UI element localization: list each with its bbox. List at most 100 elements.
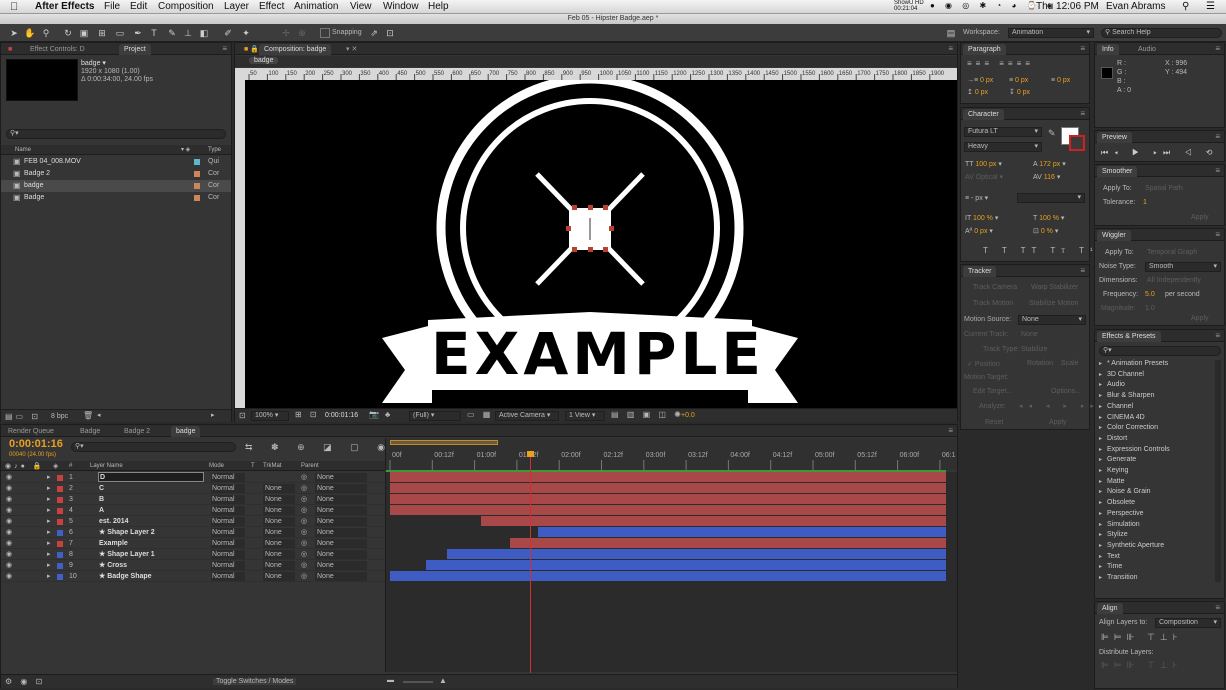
effects-category[interactable]: Audio <box>1099 381 1125 388</box>
visibility-icon[interactable]: ◉ <box>6 472 12 483</box>
space-before[interactable]: ↥ 0 px <box>967 88 988 96</box>
layer-mode-select[interactable]: Normal <box>211 572 245 581</box>
eraser-tool-icon[interactable]: ◧ <box>198 27 210 39</box>
stabilize-motion-button[interactable]: Stabilize Motion <box>1029 300 1078 307</box>
layer-mode-select[interactable]: Normal <box>211 506 245 515</box>
layer-name[interactable]: D <box>98 472 204 482</box>
view-layout-select[interactable]: 1 View ▾ <box>565 411 605 421</box>
indent-first[interactable]: ≡ 0 px <box>1009 77 1028 84</box>
scroll-left-icon[interactable]: ◂ <box>97 411 101 419</box>
pickwhip-icon[interactable]: ◎ <box>301 560 307 571</box>
trash-icon[interactable]: 🗑 <box>83 411 93 420</box>
expand-arrow-icon[interactable]: ▸ <box>1099 414 1102 421</box>
font-size-field[interactable]: TT 100 px ▾ <box>965 160 1002 168</box>
tolerance-value[interactable]: 1 <box>1143 199 1147 206</box>
expand-arrow-icon[interactable]: ▸ <box>47 505 51 516</box>
effects-category[interactable]: Noise & Grain <box>1099 488 1151 495</box>
trkmat-select[interactable]: None <box>263 539 295 548</box>
tab-project[interactable]: Project <box>119 44 151 55</box>
layer-label-color[interactable] <box>57 508 63 514</box>
tab-tracker[interactable]: Tracker <box>963 266 997 277</box>
expand-arrow-icon[interactable]: ▸ <box>1099 574 1102 581</box>
track-motion-button[interactable]: Track Motion <box>973 300 1013 307</box>
tab-badge-2[interactable]: Badge 2 <box>119 426 155 437</box>
frequency-value[interactable]: 5.0 <box>1145 291 1155 298</box>
tab-preview[interactable]: Preview <box>1097 132 1132 143</box>
trkmat-select[interactable]: None <box>263 528 295 537</box>
tab-composition[interactable]: Composition: badge <box>259 44 332 55</box>
effects-category[interactable]: Matte <box>1099 478 1125 485</box>
project-footer-icons[interactable]: ▤▭ ⊡ <box>5 412 41 421</box>
menu-layer[interactable]: Layer <box>224 1 249 12</box>
expand-arrow-icon[interactable]: ▸ <box>47 516 51 527</box>
pickwhip-icon[interactable]: ◎ <box>301 538 307 549</box>
project-item[interactable]: ▣ Badge 2 Cor <box>1 168 231 180</box>
apply-button[interactable]: Apply <box>1049 419 1067 426</box>
layer-row[interactable]: ◉ ▸ 2 C Normal None ◎ None <box>1 483 385 494</box>
parent-select[interactable]: None <box>315 550 367 559</box>
resolution-select[interactable]: (Full) ▾ <box>409 411 461 421</box>
parent-select[interactable]: None <box>315 484 367 493</box>
visibility-icon[interactable]: ◉ <box>6 516 12 527</box>
layer-bar[interactable] <box>446 549 946 559</box>
col-trkmat[interactable]: TrkMat <box>263 463 281 469</box>
layer-bar[interactable] <box>390 494 946 504</box>
trkmat-select[interactable]: None <box>263 561 295 570</box>
project-item[interactable]: ▣ Badge Cor <box>1 192 231 204</box>
layer-label-color[interactable] <box>57 563 63 569</box>
zoom-slider[interactable] <box>403 681 433 683</box>
expand-arrow-icon[interactable]: ▸ <box>1099 381 1102 388</box>
layer-mode-select[interactable]: Normal <box>211 528 245 537</box>
layer-mode-select[interactable]: Normal <box>211 539 245 548</box>
tsume-field[interactable]: ⊡ 0 % ▾ <box>1033 227 1058 235</box>
scale-checkbox[interactable]: Scale <box>1061 360 1079 367</box>
layer-bar[interactable] <box>390 472 946 482</box>
menu-edit[interactable]: Edit <box>130 1 147 12</box>
expand-arrow-icon[interactable]: ▸ <box>1099 521 1102 528</box>
layer-name[interactable]: ★ Badge Shape <box>99 571 152 582</box>
parent-select[interactable]: None <box>315 539 367 548</box>
expand-arrow-icon[interactable]: ▸ <box>1099 424 1102 431</box>
layer-label-color[interactable] <box>57 530 63 536</box>
time-ruler[interactable]: 00f00:12f01:00f01:12f02:00f02:12f03:00f0… <box>385 438 957 470</box>
effects-category[interactable]: Perspective <box>1099 510 1144 517</box>
layer-row[interactable]: ◉ ▸ 4 A Normal None ◎ None <box>1 505 385 516</box>
trkmat-select[interactable]: None <box>263 517 295 526</box>
col-t[interactable]: T <box>251 463 255 469</box>
zoom-in-icon[interactable]: ▲ <box>439 676 447 685</box>
effects-category[interactable]: 3D Channel <box>1099 371 1144 378</box>
scroll-right-icon[interactable]: ▸ <box>211 411 215 419</box>
layer-row[interactable]: ◉ ▸ 10 ★ Badge Shape Normal None ◎ None <box>1 571 385 582</box>
layer-bar[interactable] <box>510 538 946 548</box>
brush-tool-icon[interactable]: ✎ <box>166 27 178 39</box>
layer-label-color[interactable] <box>57 519 63 525</box>
rectangle-tool-icon[interactable]: ▭ <box>114 27 126 39</box>
layer-bar[interactable] <box>425 560 946 570</box>
work-area-bar[interactable] <box>390 440 498 445</box>
clone-tool-icon[interactable]: ⊥ <box>182 27 194 39</box>
layer-name[interactable]: Example <box>99 538 128 549</box>
av-features-icons[interactable]: ◉♪● 🔒 <box>5 462 45 470</box>
effects-category[interactable]: * Animation Presets <box>1099 360 1168 367</box>
expand-arrow-icon[interactable]: ▸ <box>47 571 51 582</box>
snapping-checkbox[interactable] <box>320 28 330 38</box>
tab-align[interactable]: Align <box>1097 603 1123 614</box>
layer-bar[interactable] <box>390 483 946 493</box>
layer-name[interactable]: C <box>99 483 104 494</box>
color-channels-icon[interactable]: ♣ <box>385 410 390 419</box>
expand-arrow-icon[interactable]: ▸ <box>1099 403 1102 410</box>
tab-info[interactable]: Info <box>1097 44 1119 55</box>
puppet-tool-icon[interactable]: ✦ <box>240 27 252 39</box>
effects-category[interactable]: Distort <box>1099 435 1127 442</box>
layer-row[interactable]: ◉ ▸ 6 ★ Shape Layer 2 Normal None ◎ None <box>1 527 385 538</box>
baseline-shift-field[interactable]: Aª 0 px ▾ <box>965 227 993 235</box>
tab-effects-presets[interactable]: Effects & Presets <box>1097 331 1161 342</box>
col-mode[interactable]: Mode <box>209 463 224 469</box>
layer-bar[interactable] <box>538 527 946 537</box>
parent-select[interactable]: None <box>315 506 367 515</box>
panel-menu-icon[interactable]: ≡ <box>1080 109 1085 118</box>
pan-behind-tool-icon[interactable]: ⊞ <box>96 27 108 39</box>
layer-row[interactable]: ◉ ▸ 8 ★ Shape Layer 1 Normal None ◎ None <box>1 549 385 560</box>
layer-row[interactable]: ◉ ▸ 9 ★ Cross Normal None ◎ None <box>1 560 385 571</box>
track-camera-button[interactable]: Track Camera <box>973 284 1017 291</box>
